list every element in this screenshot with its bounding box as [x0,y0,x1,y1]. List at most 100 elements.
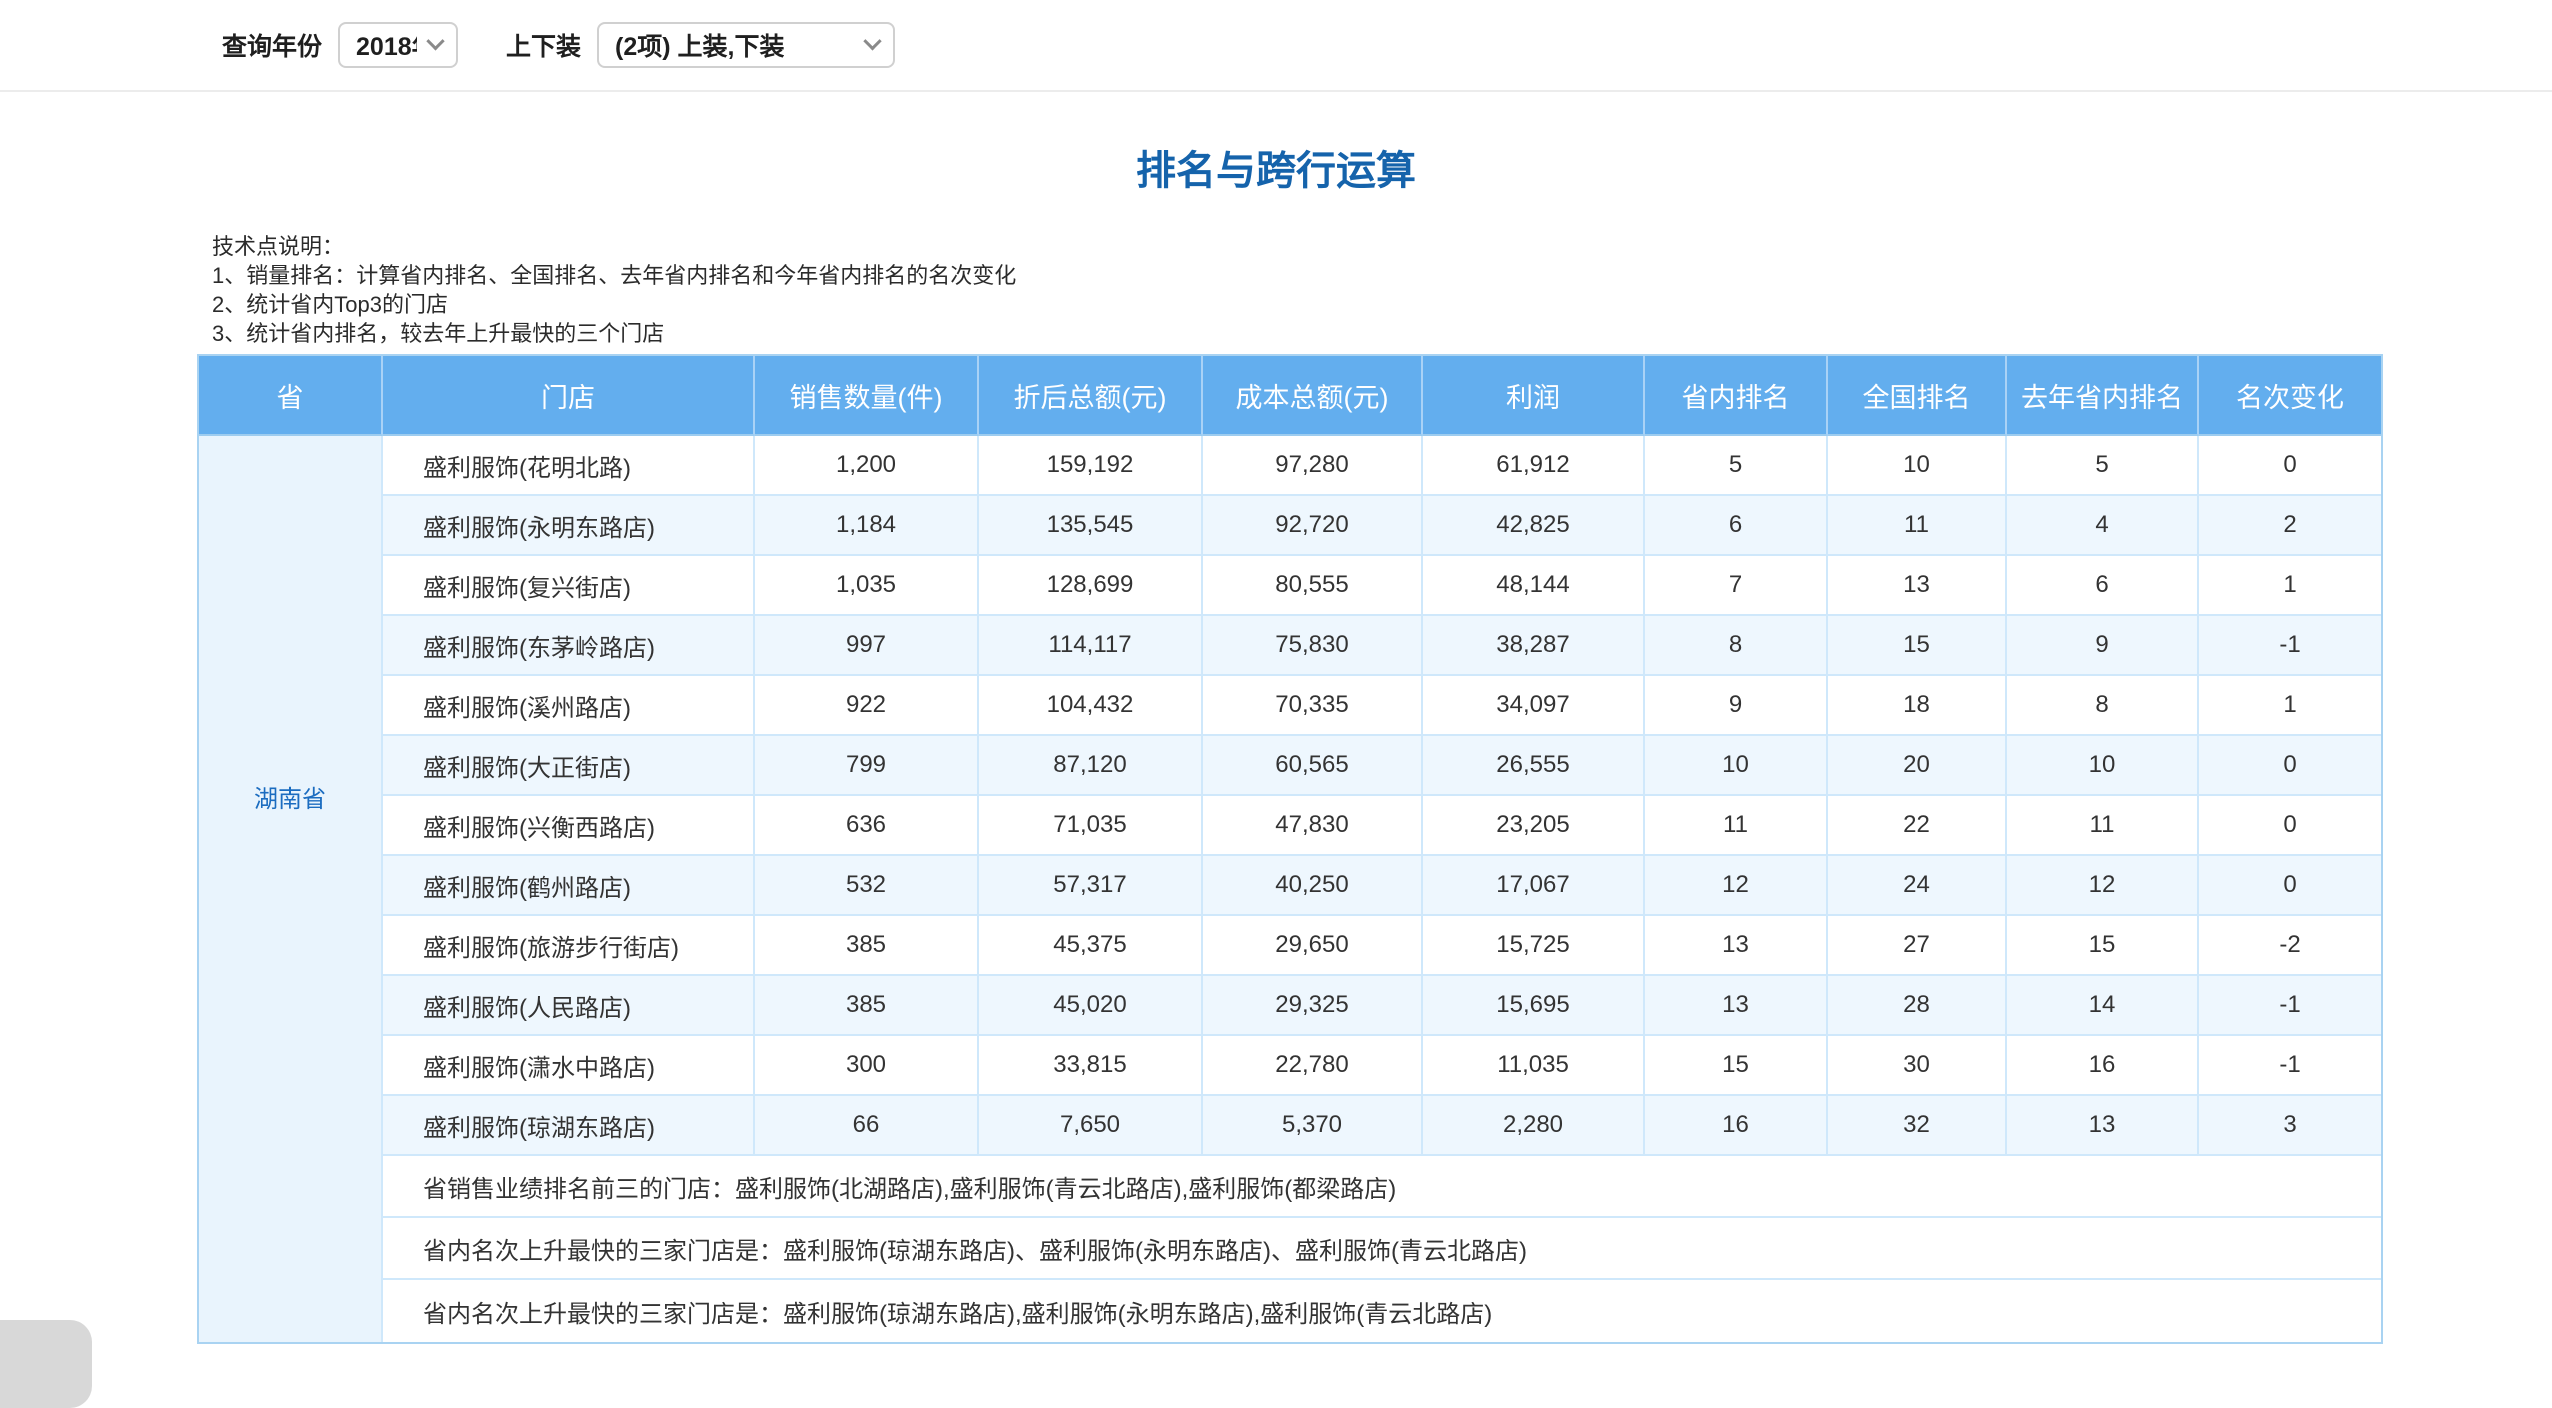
value-cell: 15,725 [1423,916,1645,976]
summary-text: 省内名次上升最快的三家门店是：盛利服饰(琼湖东路店),盛利服饰(永明东路店),盛… [383,1280,2381,1342]
table-header: 省门店销售数量(件)折后总额(元)成本总额(元)利润省内排名全国排名去年省内排名… [199,356,2381,436]
table-row: 盛利服饰(永明东路店)1,184135,54592,72042,82561142 [199,496,2381,556]
value-cell: 0 [2199,436,2381,496]
value-cell: 2,280 [1423,1096,1645,1156]
column-header: 省 [199,356,383,436]
value-cell: 22 [1828,796,2007,856]
page-title: 排名与跨行运算 [0,138,2552,196]
category-select-value: (2项) 上装,下装 [615,27,784,63]
value-cell: 10 [1828,436,2007,496]
value-cell: 114,117 [979,616,1203,676]
value-cell: 1,035 [755,556,979,616]
table-row: 盛利服饰(复兴街店)1,035128,69980,55548,14471361 [199,556,2381,616]
table-body: 湖南省盛利服饰(花明北路)1,200159,19297,28061,912510… [199,436,2381,1342]
value-cell: 9 [2007,616,2199,676]
table-row: 盛利服饰(琼湖东路店)667,6505,3702,2801632133 [199,1096,2381,1156]
value-cell: -1 [2199,1036,2381,1096]
table-row: 盛利服饰(大正街店)79987,12060,56526,5551020100 [199,736,2381,796]
value-cell: 29,325 [1203,976,1423,1036]
value-cell: 24 [1828,856,2007,916]
note-line: 技术点说明： [212,232,2552,261]
year-select[interactable]: 2018年 [338,22,458,68]
table-row: 湖南省盛利服饰(花明北路)1,200159,19297,28061,912510… [199,436,2381,496]
value-cell: 159,192 [979,436,1203,496]
value-cell: 27 [1828,916,2007,976]
value-cell: 15 [2007,916,2199,976]
category-label: 上下装 [506,27,581,63]
store-name-cell: 盛利服饰(溪州路店) [383,676,755,736]
value-cell: 385 [755,916,979,976]
table-row: 盛利服饰(旅游步行街店)38545,37529,65015,725132715-… [199,916,2381,976]
value-cell: 0 [2199,796,2381,856]
value-cell: 92,720 [1203,496,1423,556]
value-cell: 15 [1828,616,2007,676]
value-cell: 47,830 [1203,796,1423,856]
value-cell: 60,565 [1203,736,1423,796]
store-name-cell: 盛利服饰(永明东路店) [383,496,755,556]
value-cell: 799 [755,736,979,796]
value-cell: 14 [2007,976,2199,1036]
store-name-cell: 盛利服饰(旅游步行街店) [383,916,755,976]
category-select[interactable]: (2项) 上装,下装 [597,22,895,68]
store-name-cell: 盛利服饰(兴衡西路店) [383,796,755,856]
value-cell: 128,699 [979,556,1203,616]
column-header: 去年省内排名 [2007,356,2199,436]
value-cell: 87,120 [979,736,1203,796]
summary-text: 省销售业绩排名前三的门店：盛利服饰(北湖路店),盛利服饰(青云北路店),盛利服饰… [383,1156,2381,1218]
value-cell: 38,287 [1423,616,1645,676]
value-cell: 32 [1828,1096,2007,1156]
value-cell: 97,280 [1203,436,1423,496]
column-header: 省内排名 [1645,356,1828,436]
value-cell: 15 [1645,1036,1828,1096]
value-cell: 300 [755,1036,979,1096]
value-cell: 13 [1645,976,1828,1036]
summary-row: 省内名次上升最快的三家门店是：盛利服饰(琼湖东路店)、盛利服饰(永明东路店)、盛… [199,1218,2381,1280]
value-cell: -1 [2199,976,2381,1036]
value-cell: 6 [2007,556,2199,616]
value-cell: 20 [1828,736,2007,796]
value-cell: 61,912 [1423,436,1645,496]
value-cell: 135,545 [979,496,1203,556]
value-cell: 10 [1645,736,1828,796]
value-cell: 66 [755,1096,979,1156]
ranking-table: 省门店销售数量(件)折后总额(元)成本总额(元)利润省内排名全国排名去年省内排名… [197,354,2383,1344]
value-cell: 385 [755,976,979,1036]
table-row: 盛利服饰(兴衡西路店)63671,03547,83023,2051122110 [199,796,2381,856]
province-cell: 湖南省 [199,436,383,1156]
value-cell: 8 [1645,616,1828,676]
province-filler-cell [199,1218,383,1280]
column-header: 门店 [383,356,755,436]
store-name-cell: 盛利服饰(人民路店) [383,976,755,1036]
value-cell: 26,555 [1423,736,1645,796]
value-cell: 5 [1645,436,1828,496]
value-cell: 40,250 [1203,856,1423,916]
value-cell: 12 [1645,856,1828,916]
value-cell: 16 [2007,1036,2199,1096]
chevron-down-icon [863,32,881,50]
value-cell: 57,317 [979,856,1203,916]
value-cell: -2 [2199,916,2381,976]
value-cell: 18 [1828,676,2007,736]
store-name-cell: 盛利服饰(花明北路) [383,436,755,496]
value-cell: 33,815 [979,1036,1203,1096]
value-cell: 13 [1828,556,2007,616]
value-cell: 23,205 [1423,796,1645,856]
store-name-cell: 盛利服饰(东茅岭路店) [383,616,755,676]
value-cell: 922 [755,676,979,736]
value-cell: 71,035 [979,796,1203,856]
value-cell: 10 [2007,736,2199,796]
value-cell: 5 [2007,436,2199,496]
store-name-cell: 盛利服饰(大正街店) [383,736,755,796]
year-label: 查询年份 [222,27,322,63]
column-header: 成本总额(元) [1203,356,1423,436]
value-cell: 34,097 [1423,676,1645,736]
note-line: 3、统计省内排名，较去年上升最快的三个门店 [212,319,2552,348]
summary-text: 省内名次上升最快的三家门店是：盛利服饰(琼湖东路店)、盛利服饰(永明东路店)、盛… [383,1218,2381,1280]
column-header: 利润 [1423,356,1645,436]
chevron-down-icon [426,32,444,50]
value-cell: 1,184 [755,496,979,556]
value-cell: 80,555 [1203,556,1423,616]
note-line: 1、销量排名：计算省内排名、全国排名、去年省内排名和今年省内排名的名次变化 [212,261,2552,290]
column-header: 全国排名 [1828,356,2007,436]
summary-row: 省销售业绩排名前三的门店：盛利服饰(北湖路店),盛利服饰(青云北路店),盛利服饰… [199,1156,2381,1218]
